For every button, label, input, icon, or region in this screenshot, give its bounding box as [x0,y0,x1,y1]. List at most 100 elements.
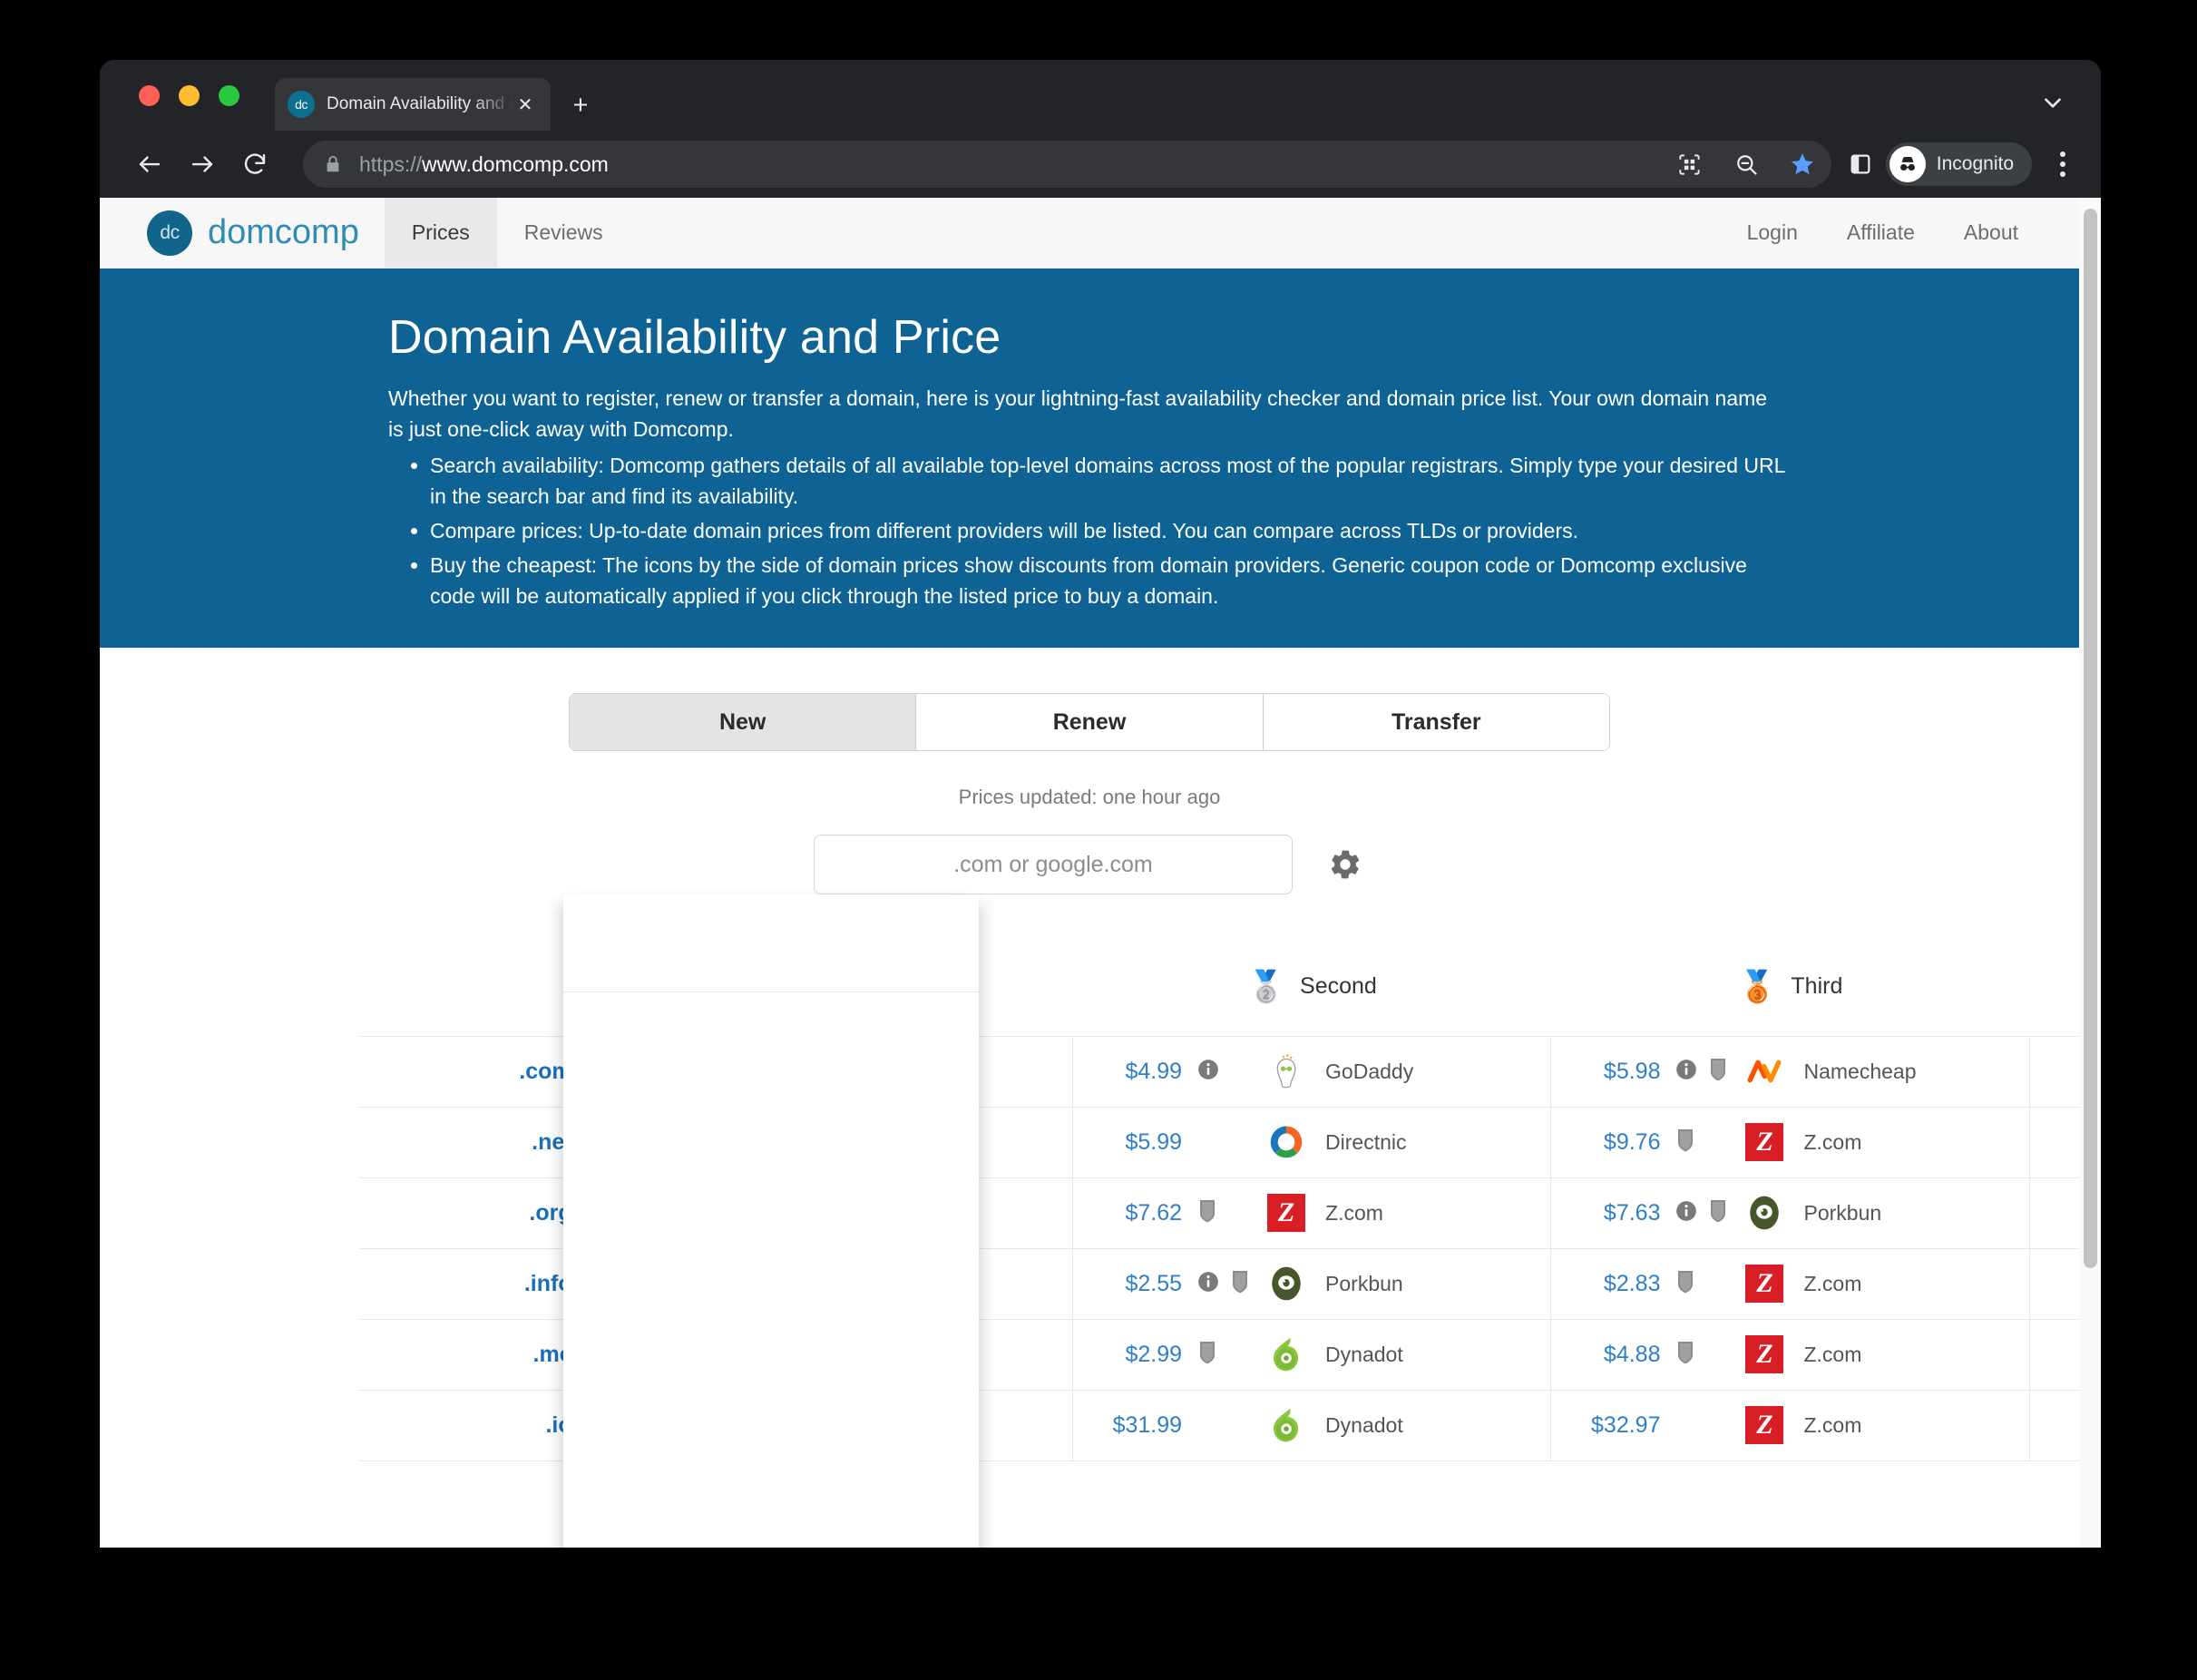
tld-name[interactable]: .com [359,1036,594,1107]
price-link[interactable]: $4.99 [1084,1059,1182,1085]
coupon-shield-icon[interactable] [1196,1340,1218,1370]
nav-item-affiliate[interactable]: Affiliate [1822,220,1939,245]
browser-toolbar: https://www.domcomp.com Incognito [100,131,2101,198]
coupon-shield-icon[interactable] [718,1128,740,1157]
more-providers-link[interactable]: + 8 more [2028,1036,2079,1108]
provider-name: Z.com [1803,1271,1862,1295]
price-link[interactable]: $2.83 [1562,1271,1661,1297]
minimize-window-button[interactable] [179,85,200,106]
more-providers-link[interactable]: + 7 more [2028,1390,2079,1461]
three-dot-menu-icon[interactable] [2045,151,2081,177]
chevron-down-icon[interactable] [2037,87,2068,118]
discount-info-icon[interactable] [1196,1058,1220,1086]
price-badges [704,1198,782,1228]
star-filled-icon[interactable] [1786,148,1819,181]
discount-info-icon[interactable] [1675,1058,1698,1086]
search-input-placeholder: .com or google.com [953,851,1153,877]
zoom-out-icon[interactable] [1730,148,1762,181]
forward-arrow-icon[interactable] [181,143,223,185]
zcom-logo-icon: Z [788,1052,827,1091]
coupon-shield-icon[interactable] [1707,1198,1729,1228]
page-scrollbar-thumb[interactable] [2084,209,2097,1268]
price-badges [1660,1198,1738,1228]
search-input[interactable]: .com or google.com [814,835,1293,895]
price-link[interactable]: $7.63 [1562,1200,1661,1226]
hero-bullet-compare: Compare prices: Up-to-date domain prices… [430,515,1785,546]
tab-transfer[interactable]: Transfer [1263,694,1609,751]
close-window-button[interactable] [139,85,160,106]
price-link[interactable]: $4.90 [606,1059,704,1085]
gear-icon[interactable] [1325,845,1365,884]
price-badges [1182,1058,1260,1086]
coupon-shield-icon[interactable] [1707,1057,1729,1087]
discount-info-icon[interactable] [718,1411,742,1440]
price-link[interactable]: $7.62 [1084,1200,1182,1226]
coupon-shield-icon[interactable] [1196,1198,1218,1228]
tab-title: Domain Availability and Price C [327,94,513,113]
back-arrow-icon[interactable] [129,143,171,185]
browser-tab[interactable]: dc Domain Availability and Price C ✕ [275,78,551,131]
namecheap-logo-icon [1748,1060,1782,1083]
tld-name[interactable]: .info [359,1248,594,1319]
discount-info-icon[interactable] [1675,1199,1698,1227]
discount-info-icon[interactable] [718,1341,742,1369]
coupon-shield-icon[interactable] [718,1057,740,1087]
price-link[interactable]: $5.59 [606,1129,704,1156]
reload-icon[interactable] [234,143,276,185]
qr-code-icon[interactable] [1674,148,1706,181]
coupon-shield-icon[interactable] [718,1198,740,1228]
price-link[interactable]: $31.99 [1084,1412,1182,1439]
table-row: .com $4.90 Z Z.com $4.99 GoDaddy $5.98 Namechea… [359,1036,2079,1108]
more-providers-link[interactable]: + 8 more [2028,1248,2079,1320]
tab-renew[interactable]: Renew [916,694,1264,751]
price-link[interactable]: $2.55 [1084,1271,1182,1297]
provider-name: Namecheap [1803,1059,1917,1083]
more-providers-link[interactable]: + 8 more [2028,1319,2079,1391]
price-cell-cheapest: $31.20 Porkbun [593,1390,1073,1461]
nav-item-reviews[interactable]: Reviews [497,198,630,268]
more-providers-link[interactable]: + 8 more [2028,1177,2079,1249]
price-link[interactable]: $5.98 [1562,1059,1661,1085]
price-link[interactable]: $31.20 [606,1412,703,1439]
tab-new[interactable]: New [570,694,917,751]
tld-name[interactable]: .net [359,1107,594,1177]
price-link[interactable]: $32.97 [1562,1412,1660,1439]
price-link[interactable]: $7.39 [606,1200,704,1226]
tld-name[interactable]: .io [359,1390,594,1460]
more-providers-link[interactable]: + 8 more [2028,1107,2079,1178]
coupon-shield-icon[interactable] [1675,1269,1696,1299]
price-link[interactable]: $4.88 [1562,1342,1661,1368]
price-cell-third: $32.97 Z Z.com [1550,1390,2030,1461]
price-cell-cheapest: $4.90 Z Z.com [593,1036,1073,1108]
zcom-logo-icon: Z [1745,1123,1784,1162]
zcom-logo-icon: Z [1745,1335,1784,1374]
discount-info-icon[interactable] [1196,1270,1220,1298]
coupon-shield-icon[interactable] [1675,1128,1696,1157]
tld-name[interactable]: .me [359,1319,594,1390]
provider-logo [1260,1052,1313,1090]
new-tab-button[interactable]: + [564,89,597,122]
coupon-shield-icon[interactable] [1229,1269,1251,1299]
price-link[interactable]: $2.98 [606,1342,704,1368]
maximize-window-button[interactable] [219,85,239,106]
url-host: www.domcomp.com [422,151,609,176]
page-scrollbar[interactable] [2079,198,2101,1548]
porkbun-logo-icon [793,1337,823,1372]
price-badges [704,1128,782,1157]
price-link[interactable]: $2.99 [1084,1342,1182,1368]
close-tab-icon[interactable]: ✕ [513,92,538,117]
site-logo[interactable]: dc domcomp [100,198,385,268]
nav-item-about[interactable]: About [1939,220,2043,245]
coupon-shield-icon[interactable] [1675,1340,1696,1370]
price-cell-third: $4.88 Z Z.com [1550,1319,2030,1391]
price-link[interactable]: $2.50 [606,1271,704,1297]
coupon-shield-icon[interactable] [751,1340,773,1370]
address-bar[interactable]: https://www.domcomp.com [303,141,1831,188]
nav-item-prices[interactable]: Prices [384,198,497,268]
price-link[interactable]: $9.76 [1562,1129,1661,1156]
tld-name[interactable]: .org [359,1177,594,1248]
nav-item-login[interactable]: Login [1723,220,1822,245]
side-panel-icon[interactable] [1844,148,1877,181]
profile-incognito-badge[interactable]: Incognito [1885,142,2032,186]
price-link[interactable]: $5.99 [1084,1129,1182,1156]
